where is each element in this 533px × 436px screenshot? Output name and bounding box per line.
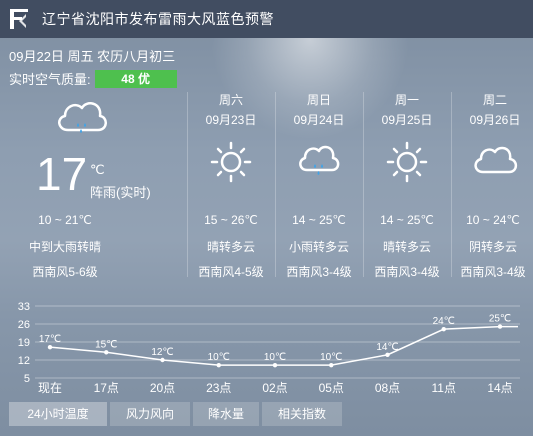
data-label: 10℃ (320, 352, 342, 363)
forecast-temp-range: 15 ~ 26℃ (204, 213, 258, 227)
forecast-temp-range: 14 ~ 25℃ (292, 213, 346, 227)
chart-tab-bar: 24小时温度 风力风向 降水量 相关指数 (0, 400, 533, 436)
forecast-wind: 西南风4-5级 (198, 265, 264, 279)
current-weather-desc: 阵雨(实时) (90, 185, 151, 200)
data-label: 14℃ (376, 342, 398, 353)
forecast-day-2[interactable]: 周日 09月24日 (276, 90, 362, 184)
x-tick-label: 14点 (487, 381, 512, 395)
aqi-badge[interactable]: 48 优 (94, 69, 177, 88)
tab-indices[interactable]: 相关指数 (262, 402, 342, 426)
data-label: 17℃ (39, 334, 61, 345)
forecast-date: 09月23日 (205, 113, 257, 127)
x-tick-label: 17点 (94, 381, 119, 395)
forecast-day-name: 周六 (218, 93, 243, 107)
app-logo-icon (10, 9, 28, 29)
data-point (47, 344, 53, 350)
forecast-wind: 西南风3-4级 (286, 265, 352, 279)
today-wind: 西南风5-6级 (32, 265, 98, 279)
x-tick-label: 05点 (319, 381, 344, 395)
forecast-day-4[interactable]: 周二 09月26日 (452, 90, 533, 184)
data-point (272, 362, 278, 368)
x-tick-label: 现在 (38, 381, 62, 395)
forecast-wind: 西南风3-4级 (460, 265, 526, 279)
forecast-weather: 晴转多云 (206, 240, 255, 254)
forecast-day-3[interactable]: 周一 09月25日 (364, 90, 450, 184)
data-label: 25℃ (489, 314, 511, 325)
data-label: 24℃ (433, 316, 455, 327)
x-tick-label: 02点 (262, 381, 287, 395)
forecast-temp-range: 10 ~ 24℃ (466, 213, 520, 227)
data-point (497, 324, 503, 329)
data-point (104, 350, 109, 355)
y-tick-label: 5 (24, 373, 30, 385)
tab-precipitation[interactable]: 降水量 (193, 402, 259, 426)
forecast-temp-range: 14 ~ 25℃ (380, 213, 434, 227)
today-date-line: 09月22日 周五 农历八月初三 (9, 49, 176, 64)
forecast-weather: 小雨转多云 (288, 240, 349, 254)
sun-icon (386, 141, 428, 183)
data-label: 10℃ (264, 352, 286, 363)
tab-24h-temperature[interactable]: 24小时温度 (9, 402, 107, 426)
y-tick-label: 19 (18, 337, 30, 349)
data-point (385, 352, 390, 358)
y-tick-label: 12 (18, 355, 30, 367)
warning-header[interactable]: 辽宁省沈阳市发布雷雨大风蓝色预警 (0, 0, 533, 38)
forecast-date: 09月24日 (293, 113, 345, 127)
data-point (216, 362, 221, 368)
data-point (160, 357, 165, 363)
forecast-day-name: 周一 (394, 93, 419, 107)
today-weather: 中到大雨转晴 (28, 240, 101, 254)
y-tick-label: 26 (18, 319, 30, 331)
forecast-weather: 阴转多云 (468, 240, 517, 254)
forecast-wind: 西南风3-4级 (374, 265, 440, 279)
x-tick-label: 23点 (206, 381, 231, 395)
aqi-label: 实时空气质量: (9, 72, 91, 87)
x-tick-label: 20点 (150, 381, 175, 395)
forecast-day-name: 周日 (306, 93, 331, 107)
y-tick-label: 33 (18, 301, 30, 313)
temperature-chart: 33 26 19 12 5 17℃ 现在 15℃ 17点 12℃ 20点 10℃ 23点 10℃ 02点 10… (18, 301, 520, 395)
forecast-day-1[interactable]: 周六 09月23日 (188, 90, 274, 184)
data-label: 12℃ (151, 347, 173, 358)
warning-title[interactable]: 辽宁省沈阳市发布雷雨大风蓝色预警 (42, 9, 274, 29)
data-label: 10℃ (208, 352, 230, 363)
forecast-day-name: 周二 (482, 93, 507, 107)
today-temp-range: 10 ~ 21℃ (38, 213, 92, 227)
data-point (441, 326, 446, 332)
tab-wind[interactable]: 风力风向 (110, 402, 190, 426)
cloud-rain-icon (58, 102, 107, 133)
forecast-weather: 晴转多云 (382, 240, 431, 254)
forecast-date: 09月25日 (381, 113, 433, 127)
cloud-rain-icon (299, 145, 340, 175)
x-tick-label: 11点 (432, 381, 456, 395)
x-tick-label: 08点 (375, 381, 400, 395)
data-point (329, 362, 334, 368)
data-label: 15℃ (95, 339, 117, 350)
current-temperature: 17 (36, 148, 88, 200)
forecast-date: 09月26日 (469, 113, 521, 127)
aqi-row: 实时空气质量: 48 优 (9, 69, 177, 88)
cloud-icon (474, 146, 518, 174)
temperature-unit: ℃ (90, 162, 105, 177)
sun-icon (210, 141, 252, 183)
